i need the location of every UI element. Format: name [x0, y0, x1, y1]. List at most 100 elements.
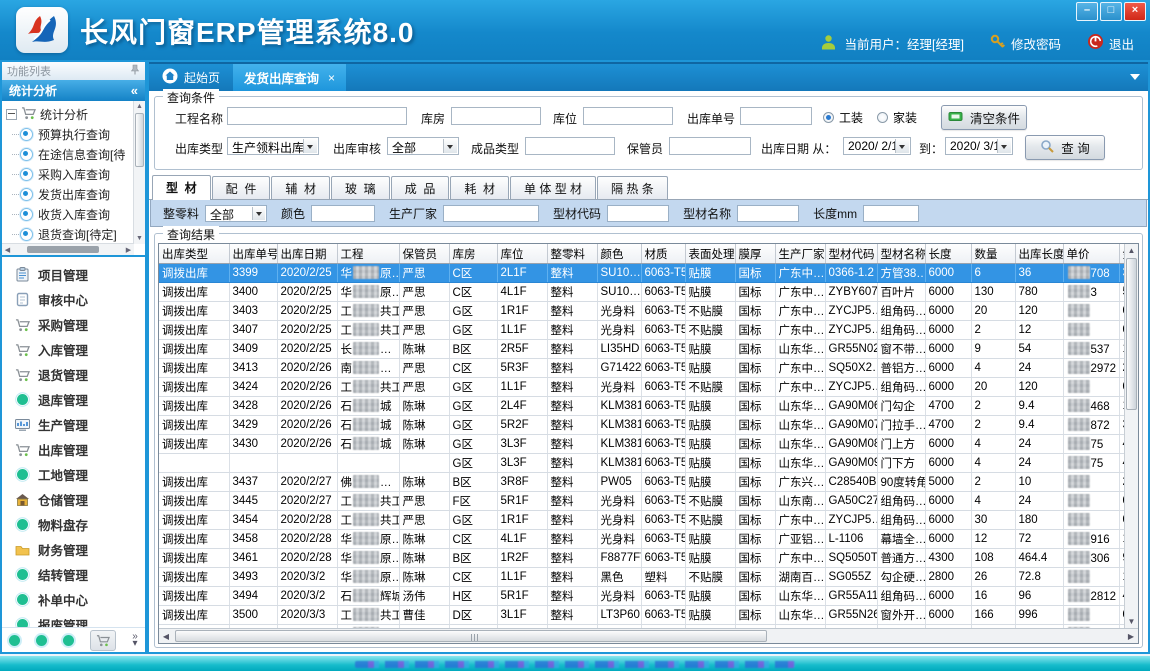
material-tab[interactable]: 辅 材 — [271, 176, 330, 199]
radio-selected-icon[interactable] — [823, 112, 834, 123]
table-row[interactable]: 调拨出库34292020/2/26石城陈琳G区5R2F整料KLM38176063… — [159, 416, 1138, 435]
profile-code-input[interactable] — [607, 205, 669, 222]
search-button[interactable]: 查 询 — [1025, 135, 1105, 160]
collapsed-module-icon[interactable] — [63, 635, 74, 646]
scroll-up-icon[interactable]: ▲ — [1125, 244, 1138, 257]
maker-input[interactable] — [443, 205, 539, 222]
location-input[interactable] — [583, 107, 673, 125]
tree-item[interactable]: 发货出库查询 — [6, 184, 133, 204]
logout-link[interactable]: 退出 — [1087, 33, 1134, 53]
column-header[interactable]: 材质 — [641, 244, 685, 264]
chevron-down-icon[interactable] — [443, 139, 457, 153]
material-tab[interactable]: 玻 璃 — [331, 176, 390, 199]
column-header[interactable]: 整零料 — [547, 244, 597, 264]
scroll-thumb[interactable] — [175, 630, 767, 642]
sidebar-item-补单中心[interactable]: 补单中心 — [2, 587, 145, 612]
outbound-type-select[interactable]: 生产领料出库 — [227, 137, 319, 155]
sidebar-item-采购管理[interactable]: 采购管理 — [2, 312, 145, 337]
column-header[interactable]: 长度 — [925, 244, 971, 264]
table-row[interactable]: 调拨出库34942020/3/2石辉城汤伟H区5R1F整料光身料6063-T5贴… — [159, 587, 1138, 606]
grid-vertical-scrollbar[interactable]: ▲ ▼ — [1124, 244, 1138, 628]
material-tab[interactable]: 耗 材 — [450, 176, 509, 199]
table-row[interactable]: 调拨出库34282020/2/26石城陈琳G区2L4F整料KLM38176063… — [159, 397, 1138, 416]
material-tab[interactable]: 成 品 — [391, 176, 450, 199]
column-header[interactable]: 数量 — [971, 244, 1015, 264]
maximize-button[interactable]: □ — [1100, 2, 1122, 21]
sidebar-item-退库管理[interactable]: 退库管理 — [2, 387, 145, 412]
date-from-picker[interactable]: 2020/ 2/16 — [843, 137, 911, 155]
sidebar-item-出库管理[interactable]: 出库管理 — [2, 437, 145, 462]
scroll-thumb[interactable] — [1126, 258, 1137, 410]
column-header[interactable]: 膜厚 — [735, 244, 775, 264]
scroll-right-icon[interactable]: ▶ — [123, 246, 134, 254]
scroll-track[interactable] — [173, 629, 1124, 643]
column-header[interactable]: 表面处理 — [685, 244, 735, 264]
order-no-input[interactable] — [740, 107, 812, 125]
column-header[interactable]: 型材名称 — [877, 244, 925, 264]
tree-expander-icon[interactable] — [6, 109, 17, 120]
table-row[interactable]: 调拨出库34032020/2/25工共工程严思G区1R1F整料光身料6063-T… — [159, 302, 1138, 321]
profile-name-input[interactable] — [737, 205, 799, 222]
project-name-input[interactable] — [227, 107, 407, 125]
tree-item[interactable]: 在途信息查询[待 — [6, 144, 133, 164]
tree-vertical-scrollbar[interactable]: ▲ ▼ — [133, 101, 145, 244]
cart-module-button[interactable] — [90, 630, 116, 651]
jiazhuang-radio[interactable]: 家装 — [877, 109, 917, 126]
table-row[interactable]: 调拨出库33992020/2/25华原…严思C区2L1F整料SU10…6063-… — [159, 264, 1138, 283]
change-password-link[interactable]: 修改密码 — [990, 34, 1061, 53]
table-row[interactable]: 调拨出库34072020/2/25工共工程严思G区1L1F整料光身料6063-T… — [159, 321, 1138, 340]
table-row[interactable]: 调拨出库34582020/2/28华原…陈琳C区4L1F整料光身料6063-T5… — [159, 530, 1138, 549]
column-header[interactable]: 生产厂家 — [775, 244, 825, 264]
color-input[interactable] — [311, 205, 375, 222]
material-tab[interactable]: 隔 热 条 — [597, 176, 668, 199]
sidebar-item-项目管理[interactable]: 项目管理 — [2, 262, 145, 287]
column-header[interactable]: 单价 — [1063, 244, 1119, 264]
sidebar-item-财务管理[interactable]: 财务管理 — [2, 537, 145, 562]
material-tab[interactable]: 配 件 — [212, 176, 271, 199]
length-input[interactable] — [863, 205, 919, 222]
material-tab[interactable]: 型 材 — [152, 175, 211, 200]
chevron-down-icon[interactable] — [303, 139, 317, 153]
tree-item[interactable]: 收货入库查询 — [6, 204, 133, 224]
chevron-down-icon[interactable] — [997, 139, 1011, 153]
scroll-up-icon[interactable]: ▲ — [134, 101, 145, 112]
collapsed-module-icon[interactable] — [36, 635, 47, 646]
table-row[interactable]: 调拨出库34092020/2/25长…陈琳B区2R5F整料LI35HD6063-… — [159, 340, 1138, 359]
table-row[interactable]: 调拨出库34302020/2/26石城陈琳G区3L3F整料KLM38176063… — [159, 435, 1138, 454]
column-header[interactable]: 颜色 — [597, 244, 641, 264]
column-header[interactable]: 出库类型 — [159, 244, 229, 264]
table-row[interactable]: 调拨出库35102020/3/4工共工程陈琳F区5R1F整料光身料6063-T5… — [159, 625, 1138, 629]
table-row[interactable]: 调拨出库34002020/2/25华原…严思C区4L1F整料SU10…6063-… — [159, 283, 1138, 302]
column-header[interactable]: 工程 — [337, 244, 399, 264]
sidebar-item-工地管理[interactable]: 工地管理 — [2, 462, 145, 487]
table-row[interactable]: 调拨出库34542020/2/28工共工程严思G区1R1F整料光身料6063-T… — [159, 511, 1138, 530]
collapsed-module-icon[interactable] — [9, 635, 20, 646]
tab-list-dropdown-icon[interactable] — [1130, 74, 1140, 85]
tab-outbound-query[interactable]: 发货出库查询 × — [233, 64, 346, 91]
audit-select[interactable]: 全部 — [387, 137, 459, 155]
whole-part-select[interactable]: 全部 — [205, 205, 267, 222]
keeper-input[interactable] — [669, 137, 751, 155]
minimize-button[interactable]: – — [1076, 2, 1098, 21]
product-type-input[interactable] — [525, 137, 615, 155]
table-row[interactable]: 调拨出库34132020/2/26南…严思C区5R3F整料G714226063-… — [159, 359, 1138, 378]
gongzhuang-radio[interactable]: 工装 — [823, 109, 863, 126]
scroll-down-icon[interactable]: ▼ — [134, 233, 145, 244]
sidebar-item-结转管理[interactable]: 结转管理 — [2, 562, 145, 587]
column-header[interactable]: 保管员 — [399, 244, 449, 264]
column-header[interactable]: 库房 — [449, 244, 497, 264]
column-header[interactable]: 出库日期 — [277, 244, 337, 264]
scroll-down-icon[interactable]: ▼ — [1125, 615, 1138, 628]
table-row[interactable]: 调拨出库34452020/2/27工共工程严思F区5R1F整料光身料6063-T… — [159, 492, 1138, 511]
sidebar-item-退货管理[interactable]: 退货管理 — [2, 362, 145, 387]
column-header[interactable]: 型材代码 — [825, 244, 877, 264]
collapse-icon[interactable]: « — [131, 83, 138, 98]
scroll-thumb[interactable] — [27, 246, 99, 253]
chevron-down-icon[interactable] — [895, 139, 909, 153]
table-row[interactable]: 调拨出库34242020/2/26工共工程严思G区1L1F整料光身料6063-T… — [159, 378, 1138, 397]
sidebar-item-仓储管理[interactable]: 仓储管理 — [2, 487, 145, 512]
scroll-right-icon[interactable]: ▶ — [1124, 632, 1138, 641]
table-row[interactable]: 调拨出库34372020/2/27佛…陈琳B区3R8F整料PW056063-T5… — [159, 473, 1138, 492]
sidebar-item-审核中心[interactable]: 审核中心 — [2, 287, 145, 312]
tree-root[interactable]: 统计分析 — [6, 104, 133, 124]
